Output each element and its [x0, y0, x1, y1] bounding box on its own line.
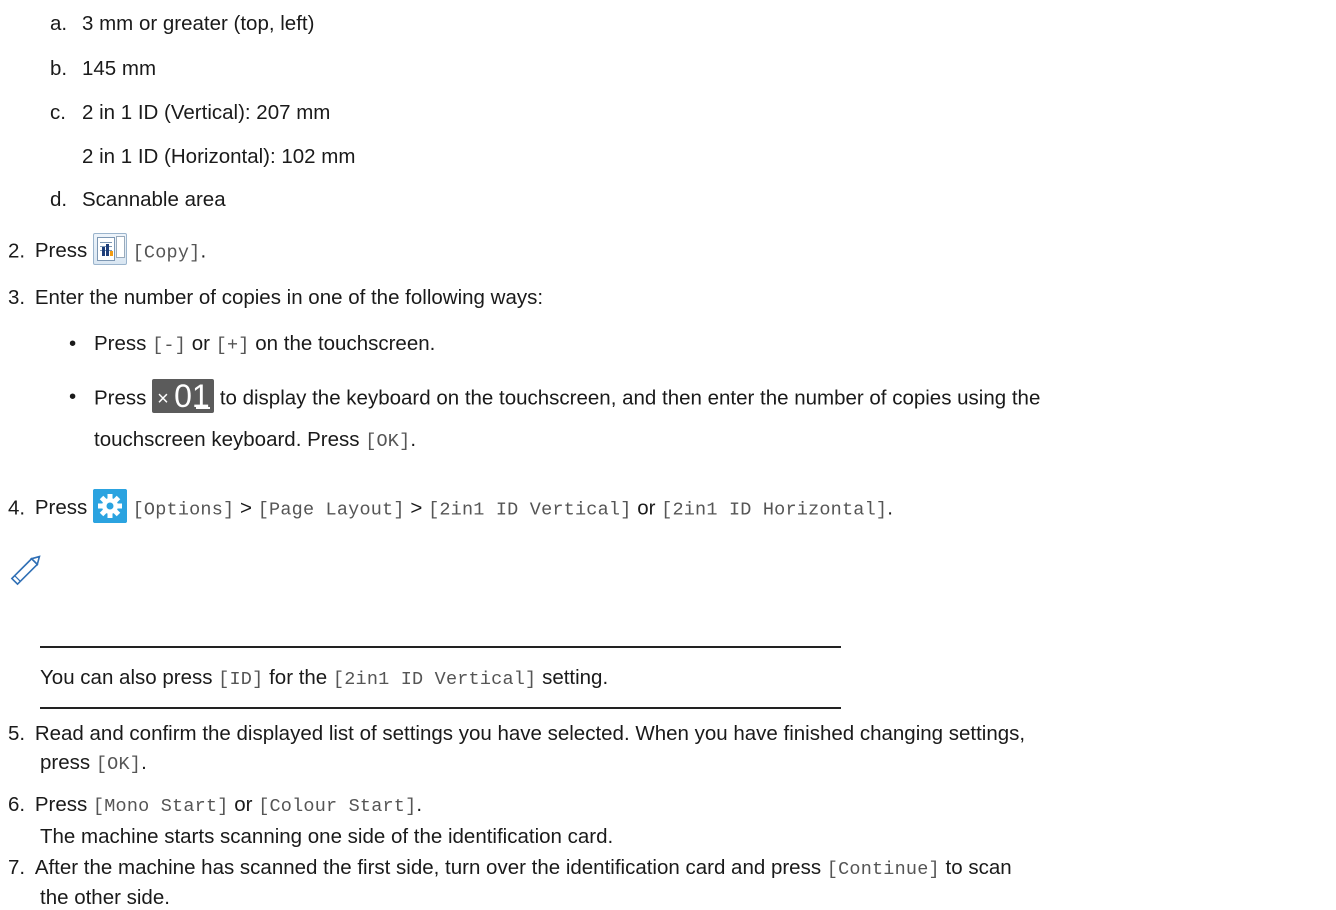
step-number: 3.	[8, 286, 26, 309]
step-number: 6.	[8, 793, 26, 816]
note-top-rule	[40, 646, 841, 648]
step-number: 4.	[8, 496, 26, 520]
colour-start-label: [Colour Start]	[258, 796, 417, 817]
step-5-continued: press [OK].	[40, 751, 147, 775]
copies-counter-icon: × 01	[152, 379, 215, 413]
note-bottom-rule	[40, 707, 841, 709]
step-number: 7.	[8, 856, 26, 879]
copy-button-label: [Copy]	[132, 242, 201, 264]
step-5: 5. Read and confirm the displayed list o…	[8, 722, 1026, 745]
list-item-b: b. 145 mm	[50, 57, 156, 81]
gear-icon	[92, 489, 127, 523]
vertical-setting-label: [2in1 ID Vertical]	[332, 669, 537, 690]
list-item-d: d. Scannable area	[50, 188, 226, 212]
bullet-icon: •	[69, 385, 77, 408]
list-text: 2 in 1 ID (Vertical): 207 mm	[82, 101, 331, 124]
pencil-icon	[10, 555, 41, 586]
list-item-c-continued: 2 in 1 ID (Horizontal): 102 mm	[82, 145, 356, 168]
step-2: 2. Press [Copy].	[8, 233, 206, 265]
step-4: 4. Press [Options] > [Page Layout] > [2i…	[8, 489, 893, 523]
list-marker: d.	[50, 188, 68, 211]
step-number: 5.	[8, 722, 26, 745]
bullet-item: • Press × 01 to display the keyboard on …	[69, 378, 1041, 414]
vertical-option-label: [2in1 ID Vertical]	[428, 499, 632, 521]
mono-start-label: [Mono Start]	[92, 796, 229, 817]
plus-button-label: [+]	[215, 335, 250, 356]
step-text: Enter the number of copies in one of the…	[34, 286, 544, 309]
page-layout-label: [Page Layout]	[257, 499, 405, 521]
list-item-a: a. 3 mm or greater (top, left)	[50, 12, 314, 36]
list-text: 3 mm or greater (top, left)	[82, 12, 315, 35]
list-text: 145 mm	[82, 57, 157, 80]
ok-button-label: [OK]	[365, 431, 411, 452]
list-marker: a.	[50, 12, 68, 35]
step-3: 3. Enter the number of copies in one of …	[8, 286, 543, 310]
list-marker: b.	[50, 57, 68, 80]
list-marker: c.	[50, 101, 66, 124]
copy-icon	[92, 233, 127, 265]
horizontal-option-label: [2in1 ID Horizontal]	[661, 499, 888, 521]
step-6-description: The machine starts scanning one side of …	[40, 825, 614, 848]
step-7-continued: the other side.	[40, 886, 170, 909]
id-button-label: [ID]	[218, 669, 264, 690]
step-6: 6. Press [Mono Start] or [Colour Start].	[8, 793, 423, 817]
note-text: You can also press [ID] for the [2in1 ID…	[40, 666, 609, 690]
list-text: Scannable area	[82, 188, 226, 211]
step-text: Press	[34, 239, 88, 263]
bullet-item: • Press [-] or [+] on the touchscreen.	[69, 332, 436, 356]
bullet-item-continued: touchscreen keyboard. Press [OK].	[94, 428, 417, 452]
bullet-icon: •	[69, 332, 77, 355]
minus-button-label: [-]	[152, 335, 187, 356]
options-button-label: [Options]	[132, 499, 235, 521]
continue-button-label: [Continue]	[826, 859, 940, 880]
ok-button-label: [OK]	[95, 754, 142, 775]
list-item-c: c. 2 in 1 ID (Vertical): 207 mm	[50, 101, 330, 125]
step-number: 2.	[8, 239, 26, 263]
step-7: 7. After the machine has scanned the fir…	[8, 856, 1012, 880]
